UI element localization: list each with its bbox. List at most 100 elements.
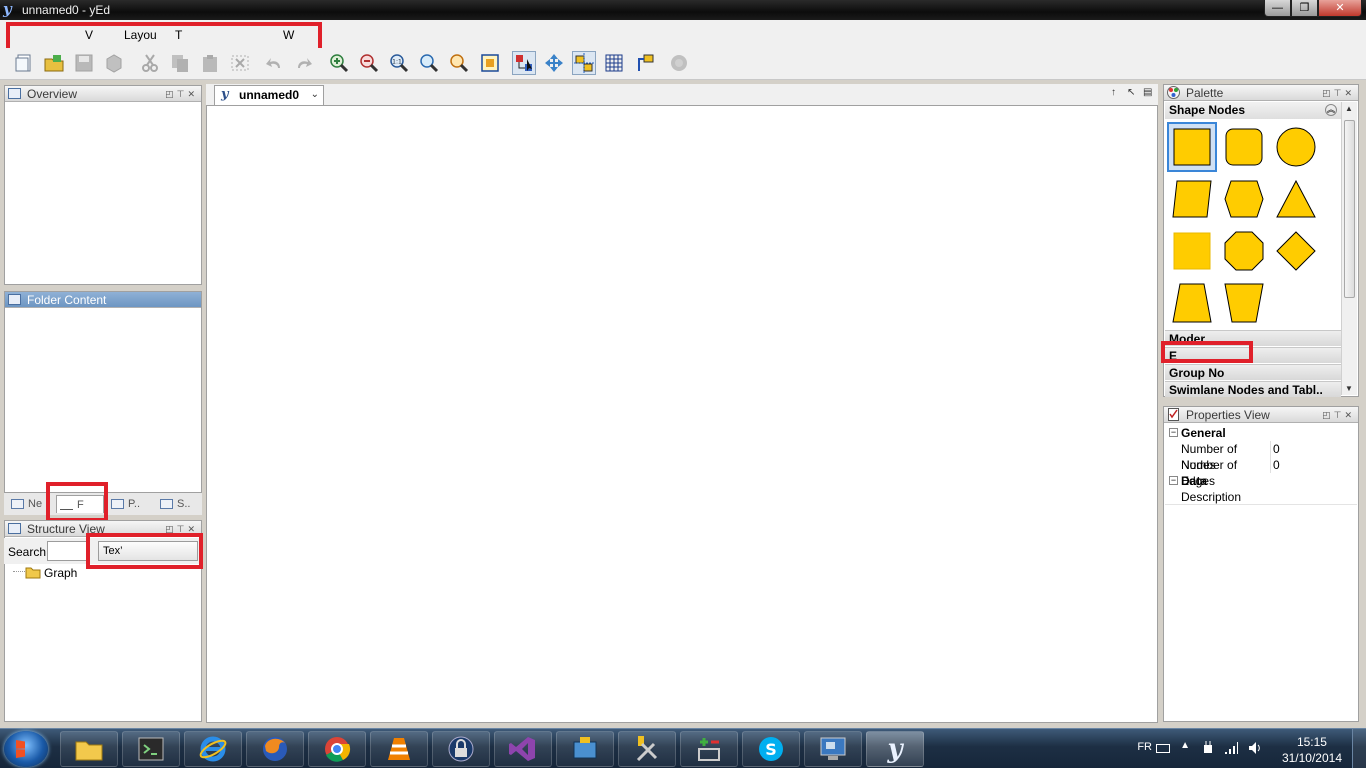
shape-triangle[interactable] bbox=[1271, 174, 1321, 224]
save-as-icon[interactable] bbox=[102, 51, 126, 75]
prop-row-description[interactable]: Description bbox=[1165, 489, 1357, 505]
taskbar-remote-desktop[interactable] bbox=[804, 731, 862, 767]
tab-new[interactable]: Ne bbox=[8, 495, 42, 513]
taskbar-explorer[interactable] bbox=[60, 731, 118, 767]
shape-round-rectangle[interactable] bbox=[1219, 122, 1269, 172]
show-desktop-button[interactable] bbox=[1352, 729, 1366, 768]
snap-lines-icon[interactable] bbox=[572, 51, 596, 75]
taskbar-internet-explorer[interactable] bbox=[184, 731, 242, 767]
orthogonal-edges-icon[interactable] bbox=[633, 51, 657, 75]
palette-section-shape-nodes[interactable]: Shape Nodes ︽ bbox=[1165, 102, 1341, 119]
taskbar-chrome[interactable] bbox=[308, 731, 366, 767]
palette-section-group-nodes[interactable]: Group No bbox=[1165, 364, 1341, 380]
shape-parallelogram[interactable] bbox=[1167, 174, 1217, 224]
fit-content-icon[interactable] bbox=[478, 51, 502, 75]
panel-window-controls-icon[interactable]: ◰⊤✕ bbox=[1322, 407, 1355, 423]
chevron-down-icon[interactable]: ⌄ bbox=[311, 86, 319, 104]
language-indicator[interactable]: FR bbox=[1137, 741, 1152, 753]
shape-rectangle-flat[interactable] bbox=[1167, 226, 1217, 276]
tab-structure[interactable]: S.. bbox=[157, 495, 190, 513]
taskbar-toolbox[interactable] bbox=[556, 731, 614, 767]
minimize-button[interactable]: — bbox=[1264, 0, 1291, 17]
zoom-actual-size-icon[interactable]: 1:1 bbox=[387, 51, 411, 75]
tree-item-graph[interactable]: Graph bbox=[44, 566, 77, 580]
cut-icon[interactable] bbox=[138, 51, 162, 75]
delete-icon[interactable] bbox=[228, 51, 252, 75]
copy-icon[interactable] bbox=[168, 51, 192, 75]
prop-row-number-of-edges[interactable]: Number of Edges 0 bbox=[1165, 457, 1357, 488]
shape-rectangle[interactable] bbox=[1167, 122, 1217, 172]
panel-window-controls-icon[interactable]: ◰⊤✕ bbox=[165, 86, 198, 102]
zoom-in-icon[interactable] bbox=[327, 51, 351, 75]
panel-window-controls-icon[interactable]: ◰⊤✕ bbox=[1322, 85, 1355, 101]
prop-group-data[interactable]: − Data bbox=[1165, 473, 1357, 489]
taskbar-keepass[interactable] bbox=[432, 731, 490, 767]
doc-list-icon[interactable]: ▤ bbox=[1143, 87, 1152, 98]
system-clock[interactable]: 15:15 31/10/2014 bbox=[1282, 734, 1342, 766]
prop-row-number-of-nodes[interactable]: Number of Nodes 0 bbox=[1165, 441, 1357, 472]
palette-section-swimlane[interactable]: Swimlane Nodes and Tabl.. bbox=[1165, 381, 1341, 397]
network-signal-icon[interactable] bbox=[1224, 741, 1238, 755]
undo-icon[interactable] bbox=[262, 51, 286, 75]
zoom-icon[interactable] bbox=[417, 51, 441, 75]
power-plug-icon[interactable] bbox=[1202, 741, 1214, 755]
properties-header: Properties View ◰⊤✕ bbox=[1164, 407, 1358, 423]
save-icon[interactable] bbox=[72, 51, 96, 75]
edit-mode-icon[interactable] bbox=[512, 51, 536, 75]
search-input[interactable] bbox=[47, 541, 87, 561]
paste-icon[interactable] bbox=[198, 51, 222, 75]
collapse-minus-icon[interactable]: − bbox=[1169, 476, 1178, 485]
scrollbar-thumb[interactable] bbox=[1344, 120, 1355, 298]
palette-section-edges[interactable]: E bbox=[1165, 347, 1341, 363]
menu-windows[interactable]: W bbox=[283, 28, 294, 42]
grid-icon[interactable] bbox=[602, 51, 626, 75]
scroll-up-icon[interactable]: ▲ bbox=[1345, 104, 1353, 113]
doc-arrow-up-icon[interactable]: ↑ bbox=[1111, 87, 1116, 98]
navigation-mode-icon[interactable] bbox=[542, 51, 566, 75]
taskbar-calculator-tool[interactable] bbox=[680, 731, 738, 767]
tab-folder[interactable]: F bbox=[56, 495, 104, 513]
collapse-up-icon[interactable]: ︽ bbox=[1325, 104, 1337, 116]
taskbar-vlc[interactable] bbox=[370, 731, 428, 767]
volume-icon[interactable] bbox=[1248, 741, 1262, 755]
panel-window-controls-icon[interactable]: ◰⊤✕ bbox=[165, 521, 198, 537]
search-filter-select[interactable]: Tex’ bbox=[98, 541, 198, 561]
maximize-button[interactable]: ❐ bbox=[1291, 0, 1318, 17]
palette-section-modern[interactable]: Moder bbox=[1165, 330, 1341, 346]
close-button[interactable]: ✕ bbox=[1318, 0, 1362, 17]
taskbar-firefox[interactable] bbox=[246, 731, 304, 767]
scroll-down-icon[interactable]: ▼ bbox=[1345, 384, 1353, 393]
shape-trapezoid-inverted[interactable] bbox=[1219, 278, 1269, 328]
redo-icon[interactable] bbox=[292, 51, 316, 75]
menu-layout[interactable]: Layou bbox=[124, 28, 157, 42]
tab-document-unnamed0[interactable]: y unnamed0 ⌄ bbox=[214, 85, 324, 105]
prop-group-general[interactable]: − General bbox=[1165, 425, 1357, 441]
network-icon[interactable] bbox=[667, 51, 691, 75]
taskbar-skype[interactable]: S bbox=[742, 731, 800, 767]
zoom-out-icon[interactable] bbox=[357, 51, 381, 75]
menu-view[interactable]: V bbox=[85, 28, 93, 42]
keyboard-icon[interactable] bbox=[1156, 742, 1170, 754]
menu-tools[interactable]: T bbox=[175, 28, 182, 42]
show-hidden-icons-icon[interactable]: ▲ bbox=[1180, 740, 1190, 751]
shape-diamond[interactable] bbox=[1271, 226, 1321, 276]
doc-restore-icon[interactable]: ↖ bbox=[1127, 87, 1135, 98]
shape-trapezoid[interactable] bbox=[1167, 278, 1217, 328]
taskbar-tools[interactable] bbox=[618, 731, 676, 767]
graph-canvas[interactable] bbox=[206, 105, 1158, 723]
taskbar-yed[interactable]: y bbox=[866, 731, 924, 767]
taskbar-terminal[interactable] bbox=[122, 731, 180, 767]
start-button[interactable] bbox=[4, 731, 48, 767]
collapse-minus-icon[interactable]: − bbox=[1169, 428, 1178, 437]
new-document-icon[interactable] bbox=[12, 51, 36, 75]
taskbar-visual-studio[interactable] bbox=[494, 731, 552, 767]
tab-palette[interactable]: P.. bbox=[108, 495, 140, 513]
shape-octagon[interactable] bbox=[1219, 226, 1269, 276]
clock-time: 15:15 bbox=[1296, 735, 1327, 749]
shape-hexagon[interactable] bbox=[1219, 174, 1269, 224]
shape-ellipse[interactable] bbox=[1271, 122, 1321, 172]
tab-icon bbox=[160, 499, 173, 509]
open-folder-icon[interactable] bbox=[42, 51, 66, 75]
palette-scrollbar[interactable]: ▲ ▼ bbox=[1341, 102, 1357, 395]
zoom-selection-icon[interactable] bbox=[447, 51, 471, 75]
